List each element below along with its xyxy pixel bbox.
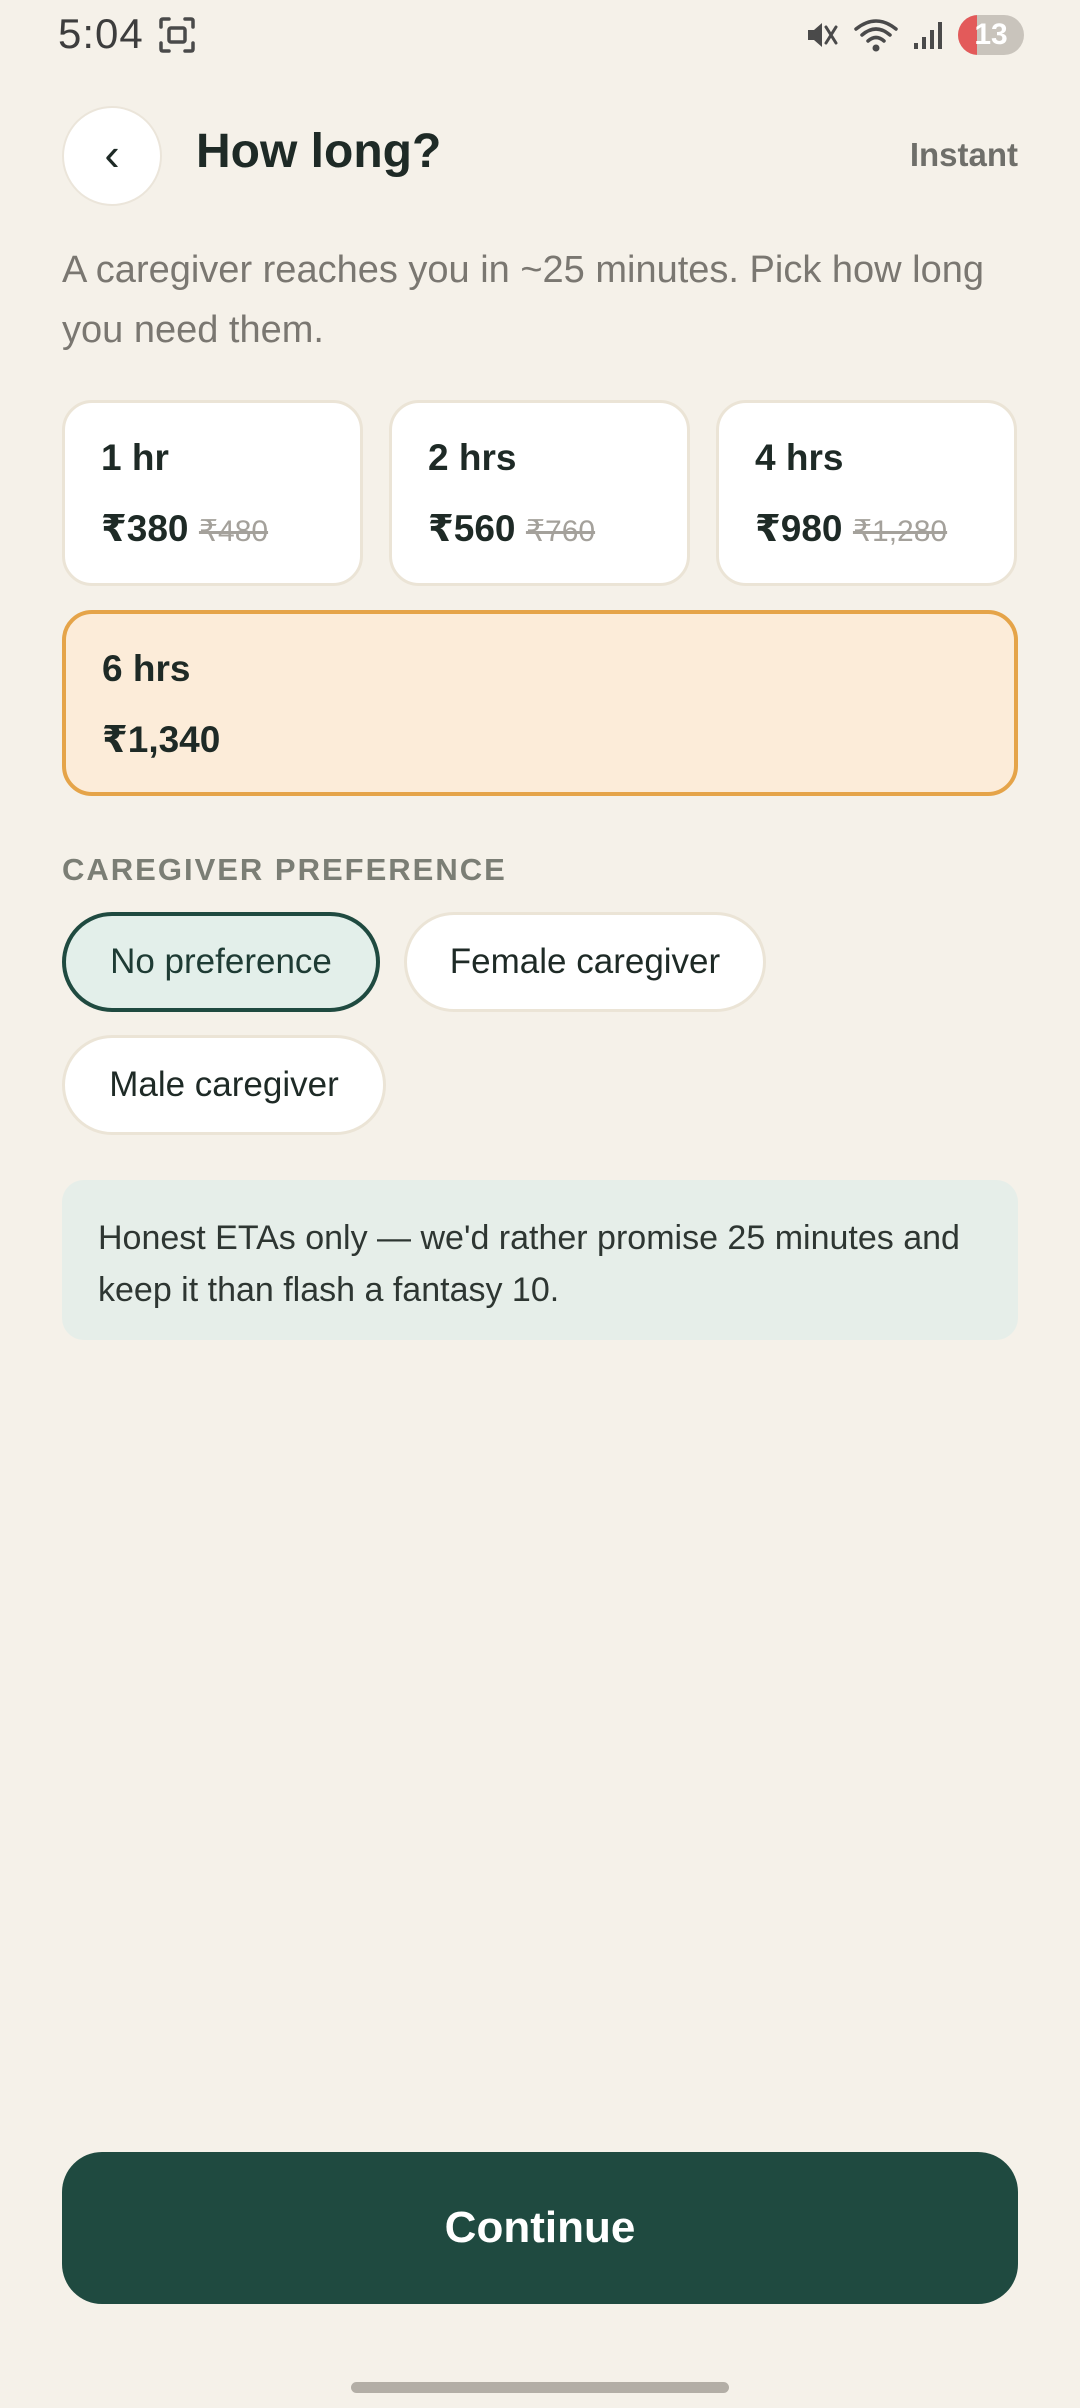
signal-icon	[914, 22, 942, 49]
duration-option-6hrs-selected[interactable]: 6 hrs ₹1,340	[62, 610, 1018, 796]
duration-option-1hr[interactable]: 1 hr ₹380 ₹480	[62, 400, 363, 586]
chip-label: No preference	[110, 942, 332, 981]
duration-label: 2 hrs	[428, 437, 517, 478]
duration-option-4hrs[interactable]: 4 hrs ₹980 ₹1,280	[716, 400, 1017, 586]
duration-option-2hrs[interactable]: 2 hrs ₹560 ₹760	[389, 400, 690, 586]
price: ₹380	[101, 508, 189, 549]
caregiver-preference-label: CAREGIVER PREFERENCE	[62, 852, 507, 887]
original-price: ₹480	[198, 515, 269, 548]
eta-info-text: Honest ETAs only — we'd rather promise 2…	[98, 1219, 960, 1309]
male-caregiver-chip[interactable]: Male caregiver	[62, 1035, 386, 1135]
battery-level: 13	[974, 18, 1008, 51]
original-price: ₹1,280	[852, 515, 948, 548]
duration-label: 4 hrs	[755, 437, 844, 478]
price: ₹980	[755, 508, 843, 549]
mute-icon	[808, 23, 838, 47]
status-icons: 13	[804, 14, 1024, 56]
duration-options: 1 hr ₹380 ₹480 2 hrs ₹560 ₹760 4 hrs ₹98…	[62, 400, 1018, 586]
status-time: 5:04	[58, 10, 144, 57]
female-caregiver-chip[interactable]: Female caregiver	[404, 912, 766, 1012]
duration-label: 6 hrs	[102, 648, 191, 689]
page-title: How long?	[196, 125, 442, 178]
price: ₹560	[428, 508, 516, 549]
status-bar: 5:04 13	[0, 0, 1080, 70]
chip-label: Female caregiver	[449, 942, 721, 981]
chevron-left-icon: ‹	[104, 128, 120, 180]
price-line: ₹1,340	[102, 718, 1014, 761]
no-preference-chip[interactable]: No preference	[62, 912, 380, 1012]
duration-label: 1 hr	[101, 437, 169, 478]
screen-record-icon	[159, 17, 195, 53]
price-line: ₹980 ₹1,280	[755, 507, 1014, 550]
original-price: ₹760	[525, 515, 596, 548]
price-line: ₹380 ₹480	[101, 507, 360, 550]
battery-icon: 13	[958, 15, 1024, 55]
back-button[interactable]: ‹	[62, 106, 162, 206]
service-mode-label: Instant	[909, 136, 1018, 173]
wifi-icon	[854, 19, 898, 52]
page-subtitle: A caregiver reaches you in ~25 minutes. …	[62, 249, 985, 351]
price-line: ₹560 ₹760	[428, 507, 687, 550]
duration-screen: 5:04 13 ‹ How long? Instant A caregiver …	[0, 0, 1080, 2408]
home-indicator[interactable]	[351, 2382, 729, 2393]
continue-button[interactable]: Continue	[62, 2152, 1018, 2304]
eta-info-note: Honest ETAs only — we'd rather promise 2…	[62, 1180, 1018, 1340]
chip-label: Male caregiver	[109, 1065, 339, 1104]
price: ₹1,340	[102, 719, 221, 760]
